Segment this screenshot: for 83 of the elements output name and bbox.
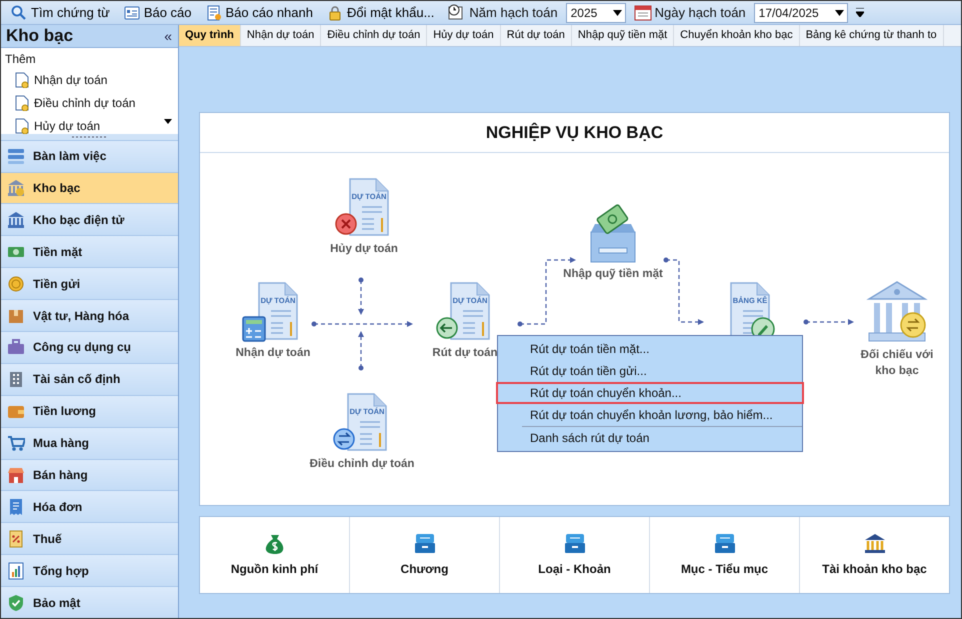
bank-icon (864, 532, 886, 554)
quick-add-link[interactable]: Hủy dự toán (34, 116, 100, 134)
sidebar-nav-item[interactable]: Kho bạc (1, 172, 178, 204)
menu-item[interactable]: Rút dự toán tiền gửi... (496, 360, 804, 382)
report-icon (124, 4, 140, 20)
sidebar-nav-item[interactable]: Kho bạc điện tử (1, 203, 178, 236)
node-label: Rút dự toán (432, 346, 498, 361)
menu-item[interactable]: Rút dự toán chuyển khoản... (496, 382, 804, 404)
resize-grip-icon (72, 136, 108, 138)
sidebar-nav-item[interactable]: Tài sản cố định (1, 362, 178, 395)
chevron-down-icon (856, 8, 864, 17)
lock-button[interactable]: Đổi mật khẩu... (320, 2, 440, 24)
tab[interactable]: Bảng kê chứng từ thanh to (800, 25, 944, 46)
caret-icon (834, 10, 844, 16)
tab[interactable]: Hủy dự toán (427, 25, 501, 46)
year-dropdown[interactable]: 2025 (566, 2, 626, 22)
year-label: Năm hạch toán (469, 4, 558, 22)
sidebar-nav-item[interactable]: Hóa đơn (1, 490, 178, 522)
search-icon (11, 4, 27, 20)
connector-arrow (358, 278, 364, 315)
tab[interactable]: Điều chỉnh dự toán (321, 25, 428, 46)
section-title: Thêm (5, 51, 37, 68)
sidebar-nav-item[interactable]: Công cụ dụng cụ (1, 331, 178, 363)
lock-icon (326, 4, 343, 20)
store-icon (7, 466, 25, 484)
report-icon (206, 4, 222, 20)
cart-icon (7, 434, 25, 452)
money-bag-icon (264, 532, 286, 554)
node-label: Nhận dự toán (236, 346, 310, 361)
toolbox-icon (7, 338, 25, 356)
inbox-tray-icon (564, 532, 586, 554)
tab[interactable]: Quy trình (179, 25, 241, 46)
sidebar-nav-item[interactable]: Tiền gửi (1, 267, 178, 300)
tab[interactable]: Nhập quỹ tiền mặt (572, 25, 674, 46)
bank-icon (7, 210, 25, 229)
sidebar-nav-item[interactable]: Vật tư, Hàng hóa (1, 299, 178, 332)
sidebar-nav-item[interactable]: Tổng hợp (1, 554, 178, 586)
search-button[interactable]: Tìm chứng từ (5, 2, 116, 24)
sidebar-nav-item[interactable]: Mua hàng (1, 426, 178, 459)
scroll-down-icon (164, 118, 172, 124)
report-button[interactable]: Báo cáo nhanh (200, 2, 319, 24)
shield-icon (7, 594, 25, 612)
sidebar-nav-item[interactable]: Bảo mật (1, 586, 178, 618)
diagram-title: NGHIỆP VỤ KHO BẠC (200, 113, 949, 153)
caret-icon (612, 10, 622, 16)
menu-item[interactable]: Rút dự toán chuyển khoản lương, bảo hiểm... (496, 404, 804, 426)
list-icon (7, 147, 25, 166)
tab[interactable]: Chuyển khoản kho bạc (674, 25, 800, 46)
sidebar-nav-item[interactable]: Thuế (1, 522, 178, 554)
inbox-tray-icon (414, 532, 436, 554)
bank-icon (7, 179, 25, 198)
inbox-tray-icon (714, 532, 736, 554)
invoice-icon (7, 498, 25, 516)
date-label: Ngày hạch toán (654, 4, 746, 22)
calendar-icon (634, 4, 652, 22)
collapse-button[interactable]: « (164, 26, 172, 46)
node-label: Hủy dự toán (330, 242, 398, 257)
sidebar-nav-item[interactable]: Tiền mặt (1, 235, 178, 268)
sidebar-nav-item[interactable]: Tiền lương (1, 394, 178, 427)
tab[interactable]: Rút dự toán (500, 25, 572, 46)
menu-item[interactable]: Danh sách rút dự toán (496, 427, 804, 449)
new-document-icon (15, 94, 29, 110)
quick-add-link[interactable]: Nhận dự toán (34, 70, 108, 88)
sidebar-nav-item[interactable]: Bán hàng (1, 458, 178, 490)
building-icon (7, 370, 25, 388)
tab[interactable]: Nhận dự toán (240, 25, 322, 46)
sidebar-title: Kho bạc (6, 25, 74, 48)
date-dropdown[interactable]: 17/04/2025 (754, 2, 848, 22)
node-label: Đối chiếu với kho bạc (860, 348, 934, 379)
report-button[interactable]: Báo cáo (118, 2, 198, 24)
quick-add-link[interactable]: Điều chỉnh dự toán (34, 94, 136, 112)
chart-document-icon (7, 562, 25, 580)
menu-item[interactable]: Rút dự toán tiền mặt... (496, 338, 804, 360)
new-document-icon (15, 118, 29, 134)
new-document-icon (15, 72, 29, 88)
node-label: Nhập quỹ tiền mặt (563, 267, 663, 282)
connector-arrow (664, 258, 704, 325)
tax-document-icon (7, 530, 25, 548)
sidebar-nav-item[interactable]: Bàn làm việc (1, 140, 178, 172)
connector-arrow (804, 319, 854, 325)
coin-icon (7, 274, 25, 293)
connector-arrow (358, 331, 364, 370)
node-label: Điều chỉnh dự toán (310, 457, 414, 472)
